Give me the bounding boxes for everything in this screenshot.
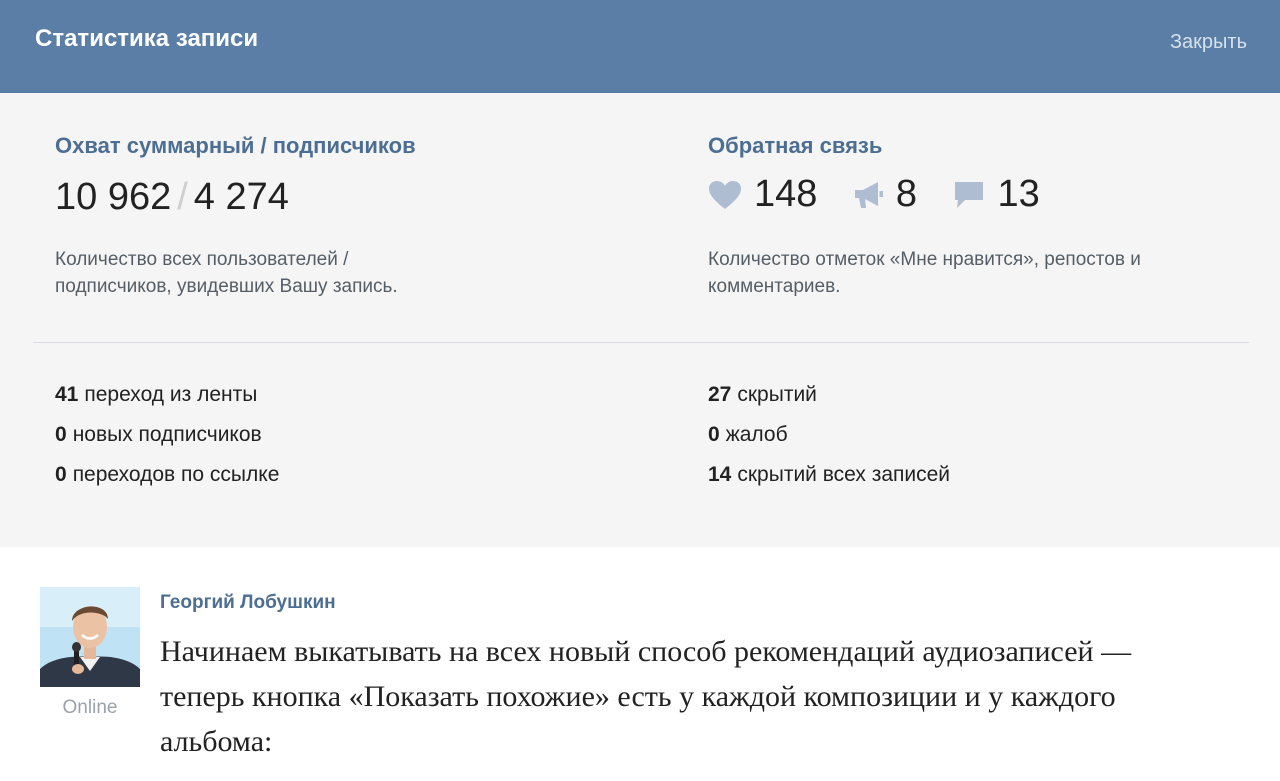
close-button[interactable]: Закрыть: [1170, 31, 1247, 54]
reach-subscribers: 4 274: [193, 176, 289, 218]
online-status: Online: [62, 697, 118, 718]
stat-label: жалоб: [725, 423, 788, 446]
author-name[interactable]: Георгий Лобушкин: [160, 592, 336, 614]
post-text: Начинаем выкатывать на всех новый способ…: [160, 635, 1132, 758]
left-stats-list: 41 переход из ленты 0 новых подписчиков 0п…: [55, 380, 279, 500]
reach-values: 10 962/4 274: [55, 173, 289, 221]
reposts-counter: 8: [854, 173, 917, 216]
post: Online Георгий Лобушкин Начинаем выкатыв…: [0, 547, 1280, 781]
avatar-photo: [40, 587, 140, 687]
likes-counter: 148: [708, 173, 817, 216]
feedback-description: Количество отметок «Мне нравится», репос…: [708, 249, 1141, 297]
stat-label: новых подписчиков: [72, 423, 262, 446]
section-divider: [33, 342, 1249, 343]
comments-count: 13: [997, 173, 1040, 215]
reposts-count: 8: [895, 173, 917, 215]
stats-panel: Охват суммарный / подписчиков 10 962/4 2…: [0, 93, 1280, 547]
dialog-title: Статистика записи: [35, 25, 259, 52]
stat-label: скрытий всех записей: [737, 463, 951, 486]
likes-count: 148: [754, 173, 818, 215]
stat-value: 0: [55, 463, 67, 486]
stat-value: 0: [708, 423, 720, 446]
feedback-title: Обратная связь: [708, 133, 883, 158]
feedback-values: 148 8 13: [708, 173, 1072, 221]
reach-separator: /: [177, 176, 188, 218]
stat-value: 14: [708, 463, 732, 486]
comment-icon: [955, 181, 984, 208]
reach-total: 10 962: [55, 176, 172, 218]
list-item: 0 переходов по ссылке: [55, 460, 279, 500]
stat-value: 41: [55, 383, 79, 406]
stat-label: переход из ленты: [84, 383, 258, 406]
megaphone-icon: [854, 181, 883, 208]
right-stats-list: 27 скрытий 0 жалоб 14 скрытий всех записей: [708, 380, 950, 500]
stat-label: переходов по ссылке: [72, 463, 280, 486]
reach-title: Охват суммарный / подписчиков: [55, 133, 416, 158]
stat-value: 0: [55, 423, 67, 446]
heart-icon: [709, 180, 741, 209]
reach-description: Количество всех пользователей / подписчи…: [55, 249, 398, 297]
avatar[interactable]: [40, 587, 140, 687]
dialog-header: Статистика записи Закрыть: [0, 0, 1280, 93]
comments-counter: 13: [953, 173, 1040, 216]
list-item: 0 новых подписчиков: [55, 420, 279, 460]
list-item: 0 жалоб: [708, 420, 950, 460]
list-item: 41 переход из ленты: [55, 380, 279, 420]
stat-value: 27: [708, 383, 732, 406]
stat-label: скрытий: [737, 383, 817, 406]
list-item: 14 скрытий всех записей: [708, 460, 950, 500]
list-item: 27 скрытий: [708, 380, 950, 420]
